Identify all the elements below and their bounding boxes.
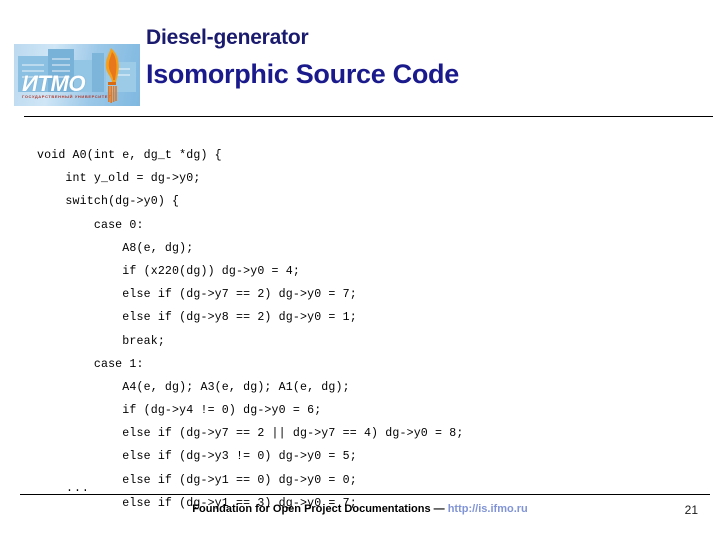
code-line: else if (dg->y1 == 0) dg->y0 = 0; [37, 473, 357, 487]
source-code-block: void A0(int e, dg_t *dg) { int y_old = d… [37, 144, 707, 515]
code-line: case 0: [37, 218, 144, 232]
code-line: else if (dg->y7 == 2) dg->y0 = 7; [37, 288, 357, 302]
code-line: int y_old = dg->y0; [37, 172, 201, 186]
slide-title: Diesel-generator [146, 26, 309, 49]
footer-url-link[interactable]: http://is.ifmo.ru [448, 503, 528, 515]
slide-header: ИТМО ГОСУДАРСТВЕННЫЙ УНИВЕРСИТЕТ Diesel-… [0, 0, 720, 120]
code-line: if (x220(dg)) dg->y0 = 4; [37, 264, 300, 278]
code-line: switch(dg->y0) { [37, 195, 180, 209]
code-line: case 1: [37, 357, 144, 371]
torch-flame-icon [105, 48, 119, 103]
footer: Foundation for Open Project Documentatio… [0, 503, 720, 515]
code-line: break; [37, 334, 165, 348]
code-line: void A0(int e, dg_t *dg) { [37, 149, 222, 162]
code-line: else if (dg->y3 != 0) dg->y0 = 5; [37, 450, 357, 464]
code-line: else if (dg->y8 == 2) dg->y0 = 1; [37, 311, 357, 325]
code-line: else if (dg->y7 == 2 || dg->y7 == 4) dg-… [37, 427, 464, 441]
itmo-university-logo: ИТМО ГОСУДАРСТВЕННЫЙ УНИВЕРСИТЕТ [14, 44, 140, 106]
slide-subtitle: Isomorphic Source Code [146, 59, 459, 89]
code-line: if (dg->y4 != 0) dg->y0 = 6; [37, 404, 322, 418]
code-line: A8(e, dg); [37, 241, 194, 255]
code-line: A4(e, dg); A3(e, dg); A1(e, dg); [37, 380, 350, 394]
footer-label: Foundation for Open Project Documentatio… [192, 503, 448, 515]
page-number: 21 [684, 503, 698, 517]
title-block: Diesel-generator Isomorphic Source Code [146, 26, 459, 90]
header-divider [24, 116, 713, 117]
footer-divider [20, 494, 710, 495]
